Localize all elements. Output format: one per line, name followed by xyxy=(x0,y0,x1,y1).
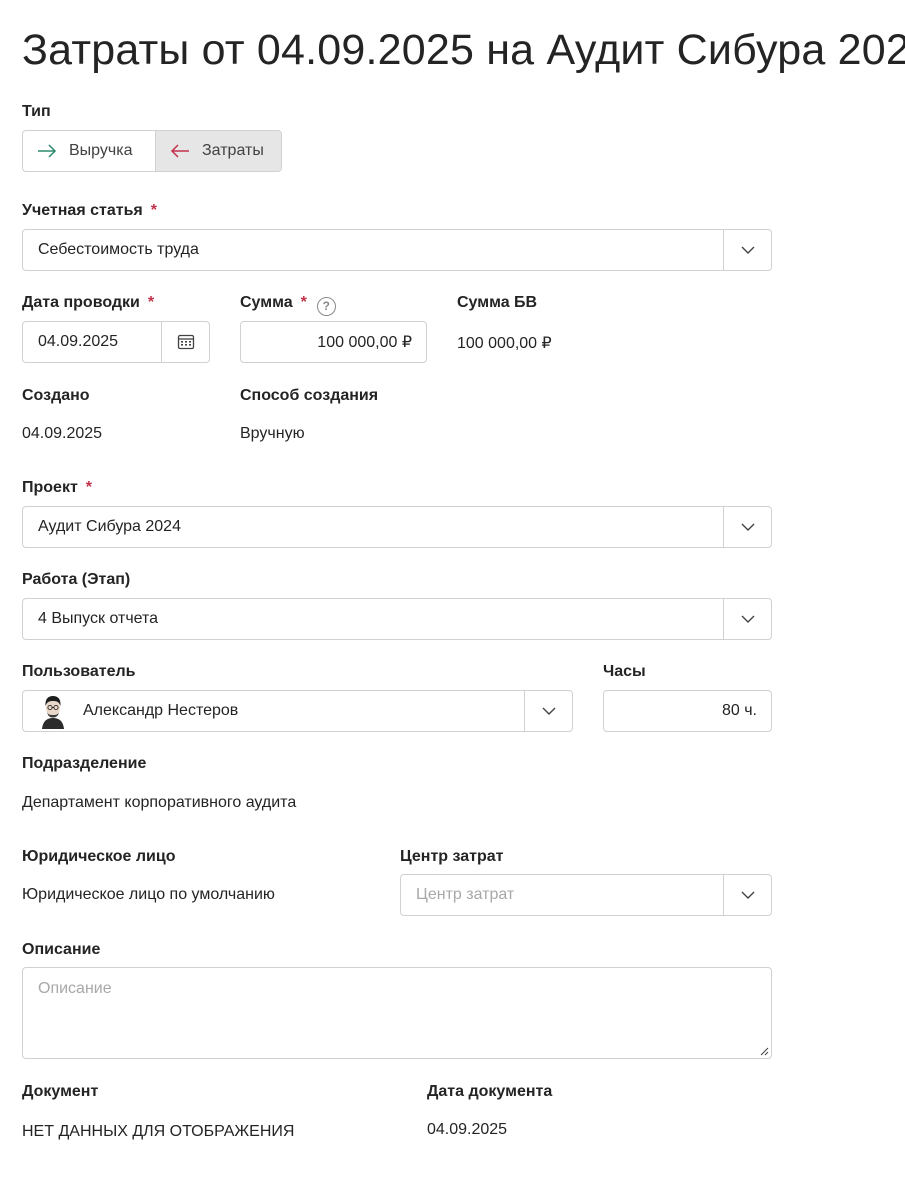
work-stage-value: 4 Выпуск отчета xyxy=(38,610,159,627)
arrow-left-icon xyxy=(170,144,189,158)
description-label: Описание xyxy=(22,941,101,958)
account-item-label: Учетная статья * xyxy=(22,202,157,220)
description-textarea[interactable]: Описание xyxy=(22,967,772,1059)
amount-field[interactable]: 100 000,00 ₽ xyxy=(240,321,427,363)
account-item-label-text: Учетная статья xyxy=(22,202,143,219)
posting-date-label-text: Дата проводки xyxy=(22,294,140,311)
description-placeholder: Описание xyxy=(38,980,112,997)
chevron-down-icon xyxy=(542,707,555,715)
hours-label: Часы xyxy=(603,663,646,680)
help-icon[interactable]: ? xyxy=(316,296,336,316)
amount-label-text: Сумма xyxy=(240,294,293,311)
user-label: Пользователь xyxy=(22,663,136,680)
project-value: Аудит Сибура 2024 xyxy=(38,518,181,535)
project-select[interactable]: Аудит Сибура 2024 xyxy=(22,506,772,548)
chevron-down-icon xyxy=(741,615,754,623)
type-segmented-control: Выручка Затраты xyxy=(22,130,282,172)
cost-center-dropdown-button[interactable] xyxy=(723,875,771,915)
cost-center-placeholder: Центр затрат xyxy=(416,886,515,903)
chevron-down-icon xyxy=(741,523,754,531)
department-value: Департамент корпоративного аудита xyxy=(22,794,297,811)
required-mark: * xyxy=(85,479,93,496)
posting-date-label: Дата проводки * xyxy=(22,294,154,312)
calendar-button[interactable] xyxy=(161,322,209,362)
creation-method-label: Способ создания xyxy=(240,387,379,404)
account-item-select[interactable]: Себестоимость труда xyxy=(22,229,772,271)
cost-center-label: Центр затрат xyxy=(400,848,504,865)
project-dropdown-button[interactable] xyxy=(723,507,771,547)
hours-value: 80 ч. xyxy=(721,702,757,719)
work-stage-dropdown-button[interactable] xyxy=(723,599,771,639)
chevron-down-icon xyxy=(741,891,754,899)
amount-base-value: 100 000,00 ₽ xyxy=(457,335,552,352)
type-option-revenue-label: Выручка xyxy=(69,142,133,159)
hours-field[interactable]: 80 ч. xyxy=(603,690,772,732)
created-label: Создано xyxy=(22,387,90,404)
required-mark: * xyxy=(150,202,157,219)
document-date-value: 04.09.2025 xyxy=(427,1121,508,1138)
document-date-label: Дата документа xyxy=(427,1083,553,1100)
account-item-dropdown-button[interactable] xyxy=(723,230,771,270)
avatar xyxy=(42,696,64,729)
posting-date-value: 04.09.2025 xyxy=(38,333,119,350)
account-item-value: Себестоимость труда xyxy=(38,241,199,258)
amount-base-label: Сумма БВ xyxy=(457,294,538,311)
chevron-down-icon xyxy=(741,246,754,254)
project-label: Проект * xyxy=(22,479,92,497)
resize-handle-icon[interactable] xyxy=(759,1046,769,1056)
document-value: НЕТ ДАННЫХ ДЛЯ ОТОБРАЖЕНИЯ xyxy=(22,1123,295,1140)
type-option-revenue[interactable]: Выручка xyxy=(23,131,155,171)
user-dropdown-button[interactable] xyxy=(524,691,572,731)
user-value: Александр Нестеров xyxy=(83,702,239,719)
type-label: Тип xyxy=(22,103,51,120)
project-label-text: Проект xyxy=(22,479,78,496)
creation-method-value: Вручную xyxy=(240,425,305,442)
amount-label: Сумма *? xyxy=(240,294,336,316)
calendar-icon xyxy=(177,334,194,350)
work-stage-label: Работа (Этап) xyxy=(22,571,131,588)
page-title: Затраты от 04.09.2025 на Аудит Сибура 20… xyxy=(22,26,905,74)
amount-value: 100 000,00 ₽ xyxy=(317,334,412,351)
created-value: 04.09.2025 xyxy=(22,425,103,442)
user-select[interactable]: Александр Нестеров xyxy=(22,690,573,732)
type-option-expenses[interactable]: Затраты xyxy=(155,131,281,171)
required-mark: * xyxy=(300,294,307,311)
department-label: Подразделение xyxy=(22,755,147,772)
required-mark: * xyxy=(147,294,155,311)
work-stage-select[interactable]: 4 Выпуск отчета xyxy=(22,598,772,640)
posting-date-field[interactable]: 04.09.2025 xyxy=(22,321,210,363)
type-option-expenses-label: Затраты xyxy=(202,142,264,159)
cost-center-select[interactable]: Центр затрат xyxy=(400,874,772,916)
document-label: Документ xyxy=(22,1083,99,1100)
legal-entity-value: Юридическое лицо по умолчанию xyxy=(22,886,275,903)
legal-entity-label: Юридическое лицо xyxy=(22,848,176,865)
arrow-right-icon xyxy=(38,144,57,158)
